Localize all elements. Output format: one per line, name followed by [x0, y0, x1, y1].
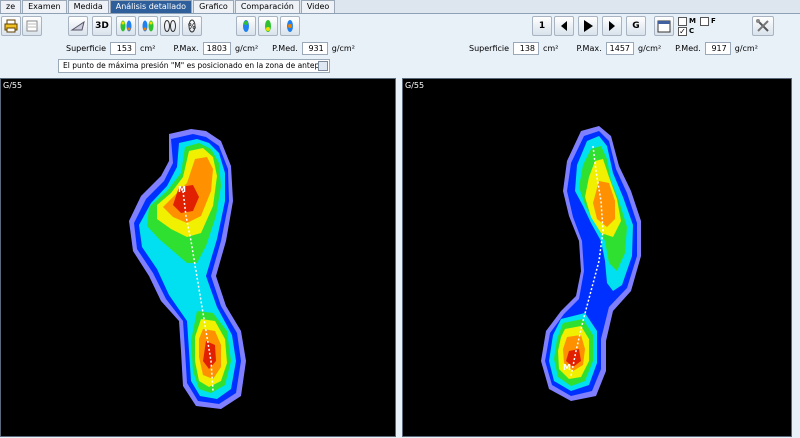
left-pmed-value: 931 — [301, 41, 328, 55]
tab-comparacion[interactable]: Comparación — [234, 0, 300, 13]
calendar-button[interactable] — [654, 16, 674, 36]
next-button[interactable] — [602, 16, 622, 36]
page-number: 1 — [538, 21, 546, 31]
plane-icon — [70, 20, 85, 31]
foot-icon — [243, 20, 249, 32]
grid-label: G — [632, 21, 640, 31]
right-pressure-panel[interactable]: G/55 M — [402, 78, 792, 437]
feet-icon — [142, 20, 154, 32]
right-superficie-value: 138 — [513, 41, 540, 55]
tab-medida[interactable]: Medida — [67, 0, 109, 13]
right-pmed-unit: g/cm² — [734, 43, 758, 53]
play-button[interactable] — [578, 16, 598, 36]
calendar-icon — [657, 20, 671, 33]
tools-icon — [756, 19, 769, 32]
left-pmax-label: P.Max. — [173, 43, 199, 53]
right-superficie-label: Superficie — [469, 43, 510, 53]
play-icon — [584, 20, 593, 32]
analysis-message: El punto de máxima presión "M" es posici… — [58, 59, 330, 73]
prev-icon — [561, 21, 567, 31]
right-superficie-unit: cm² — [543, 43, 559, 53]
prev-button[interactable] — [554, 16, 574, 36]
clear-button[interactable] — [22, 16, 42, 36]
view-3d-button[interactable]: 3D — [92, 16, 112, 36]
left-pmax-value: 1803 — [202, 41, 231, 55]
left-superficie-label: Superficie — [66, 43, 107, 53]
left-max-pressure-marker: M — [178, 185, 186, 194]
view-3d-label: 3D — [95, 21, 109, 31]
feet-outline-icon — [164, 20, 176, 32]
message-expand-button[interactable] — [318, 61, 328, 71]
tab-examen[interactable]: Examen — [22, 0, 67, 13]
rotate-button[interactable] — [68, 16, 88, 36]
svg-text:%: % — [188, 22, 196, 31]
right-pmax-value: 1457 — [605, 41, 634, 55]
left-pressure-panel[interactable]: G/55 M — [0, 78, 396, 437]
next-icon — [609, 21, 615, 31]
foot-icon — [287, 20, 293, 32]
percent-icon: % — [188, 19, 196, 33]
feet-icon — [120, 20, 132, 32]
checkbox-m-label: M — [689, 17, 696, 25]
left-pmax-unit: g/cm² — [235, 43, 259, 53]
left-foot-button-1[interactable] — [236, 16, 256, 36]
eraser-icon — [26, 20, 38, 32]
page-number-button[interactable]: 1 — [532, 16, 552, 36]
checkbox-f-label: F — [711, 17, 716, 25]
toolbar: 3D % 1 G M F ✓ C — [0, 14, 800, 39]
checkbox-f[interactable] — [700, 17, 709, 26]
right-scroll-area — [792, 78, 800, 437]
analysis-message-text: El punto de máxima presión "M" es posici… — [63, 61, 326, 70]
tab-analisis-detallado[interactable]: Análisis detallado — [109, 0, 193, 13]
left-superficie-value: 153 — [110, 41, 137, 55]
feet-outline-button[interactable] — [160, 16, 180, 36]
check-icon: ✓ — [679, 27, 686, 36]
checkbox-m[interactable] — [678, 17, 687, 26]
tab-video[interactable]: Video — [300, 0, 336, 13]
left-superficie-unit: cm² — [140, 43, 156, 53]
right-stats: Superficie 138 cm² P.Max. 1457 g/cm² P.M… — [469, 41, 762, 55]
checkbox-c[interactable]: ✓ — [678, 27, 687, 36]
tab-bar: ze Examen Medida Análisis detallado Graf… — [0, 0, 800, 14]
right-pmax-label: P.Max. — [576, 43, 602, 53]
feet-view-button-2[interactable] — [138, 16, 158, 36]
feet-view-button-1[interactable] — [116, 16, 136, 36]
tab-ze[interactable]: ze — [0, 0, 22, 13]
left-pmed-label: P.Med. — [272, 43, 298, 53]
print-button[interactable] — [1, 16, 21, 36]
checkbox-c-label: C — [689, 27, 695, 35]
left-foot-button-3[interactable] — [280, 16, 300, 36]
grid-button[interactable]: G — [626, 16, 646, 36]
percent-button[interactable]: % — [182, 16, 202, 36]
right-max-pressure-marker: M — [563, 363, 571, 372]
right-foot-pressure-map — [541, 126, 641, 401]
right-pmed-value: 917 — [704, 41, 731, 55]
right-pmed-label: P.Med. — [675, 43, 701, 53]
tools-button[interactable] — [752, 16, 774, 36]
left-pmed-unit: g/cm² — [331, 43, 355, 53]
printer-icon — [4, 19, 18, 33]
right-pmax-unit: g/cm² — [638, 43, 662, 53]
left-foot-pressure-map — [129, 129, 246, 409]
tab-grafico[interactable]: Grafico — [193, 0, 234, 13]
left-foot-button-2[interactable] — [258, 16, 278, 36]
foot-icon — [265, 20, 271, 32]
left-stats: Superficie 153 cm² P.Max. 1803 g/cm² P.M… — [66, 41, 359, 55]
